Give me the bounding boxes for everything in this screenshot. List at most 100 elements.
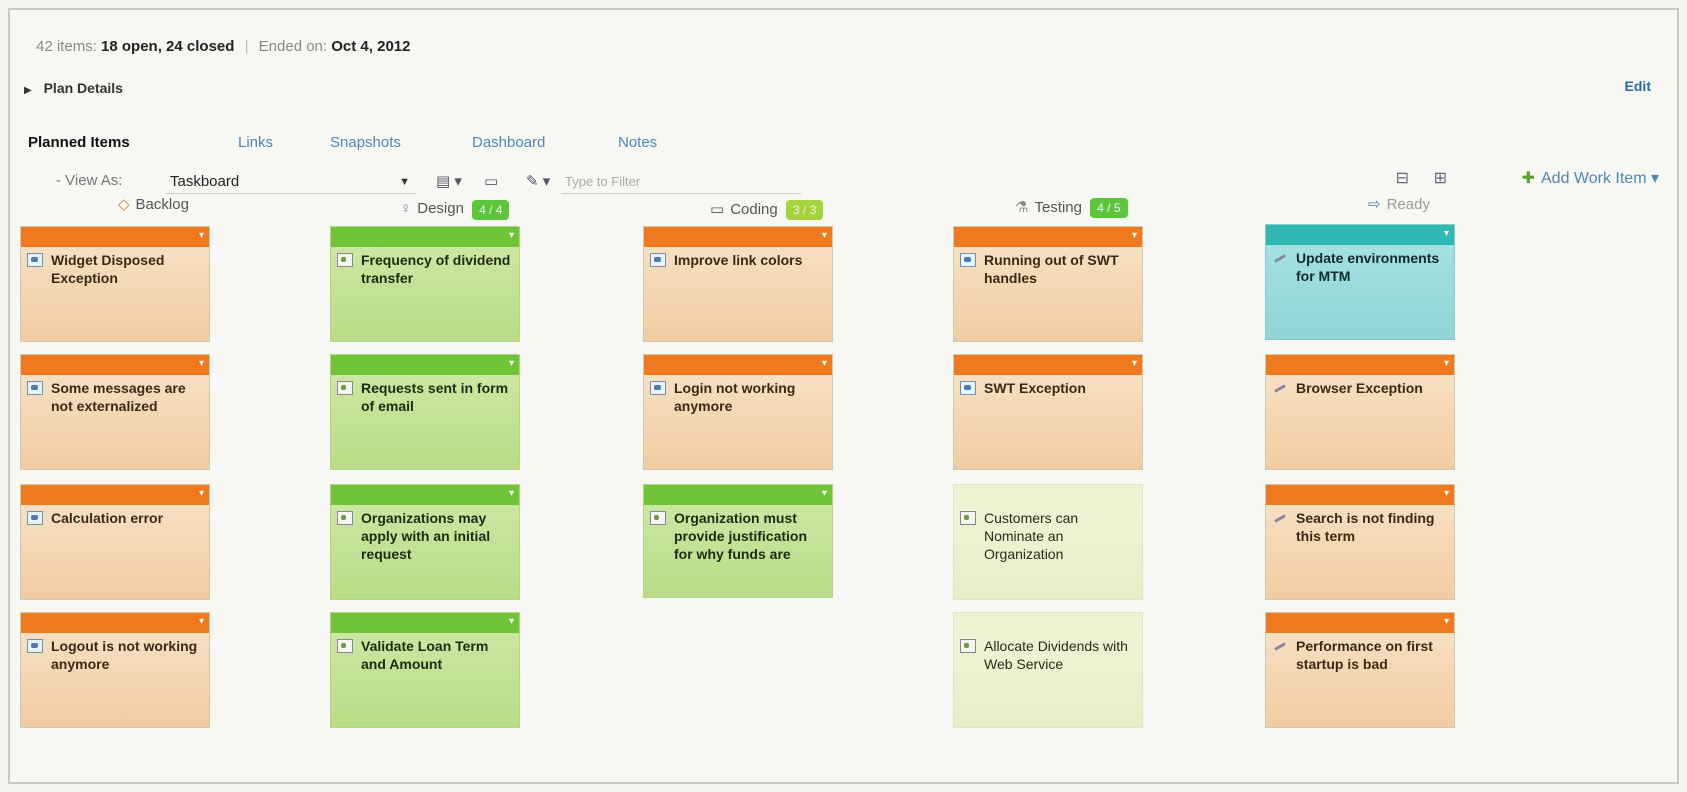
open-closed-counts: 18 open, 24 closed xyxy=(101,38,235,55)
tab-snapshots[interactable]: Snapshots xyxy=(330,134,401,151)
columns-icon[interactable]: ▭ xyxy=(484,172,498,190)
task-icon xyxy=(337,639,353,653)
summary-divider: | xyxy=(244,38,249,55)
card-title: Requests sent in form of email xyxy=(361,380,509,414)
card-header-bar: ▾ xyxy=(331,227,519,247)
card-menu-icon[interactable]: ▾ xyxy=(199,488,204,499)
task-icon xyxy=(337,253,353,267)
card-title: Validate Loan Term and Amount xyxy=(361,638,489,672)
work-item-card[interactable]: Customers can Nominate an Organization xyxy=(953,484,1143,600)
card-header-bar: ▾ xyxy=(21,227,209,247)
card-header-bar: ▾ xyxy=(331,355,519,375)
column-header-design: ♀ Design 4 / 4 xyxy=(400,200,510,220)
card-menu-icon[interactable]: ▾ xyxy=(1444,358,1449,369)
ready-icon: ⇨ xyxy=(1368,196,1381,213)
card-menu-icon[interactable]: ▾ xyxy=(199,230,204,241)
task-icon xyxy=(960,511,976,525)
work-item-card[interactable]: ▾ Update environments for MTM xyxy=(1265,224,1455,340)
work-item-card[interactable]: ▾ Frequency of dividend transfer xyxy=(330,226,520,342)
view-as-select[interactable]: Taskboard ▼ xyxy=(166,170,416,194)
design-icon: ♀ xyxy=(400,200,412,217)
card-title: Logout is not working anymore xyxy=(51,638,198,672)
card-header-bar: ▾ xyxy=(331,485,519,505)
defect-icon xyxy=(27,511,43,525)
pencil-icon xyxy=(1272,511,1288,525)
plan-details-toggle[interactable]: ▶ Plan Details xyxy=(24,80,123,96)
tab-links[interactable]: Links xyxy=(238,134,273,151)
work-item-card[interactable]: ▾ Some messages are not externalized xyxy=(20,354,210,470)
card-header-bar: ▾ xyxy=(644,485,832,505)
work-item-card[interactable]: ▾ Improve link colors xyxy=(643,226,833,342)
card-menu-icon[interactable]: ▾ xyxy=(1132,230,1137,241)
card-header-bar: ▾ xyxy=(954,227,1142,247)
filter-icon[interactable]: ✎ ▾ xyxy=(526,172,550,190)
collapse-all-icon[interactable]: ⊟ xyxy=(1396,168,1409,188)
work-item-card[interactable]: ▾ Logout is not working anymore xyxy=(20,612,210,728)
ended-on-date: Oct 4, 2012 xyxy=(331,38,411,55)
add-work-item-button[interactable]: ✚ Add Work Item ▾ xyxy=(1522,168,1659,188)
defect-icon xyxy=(960,253,976,267)
work-item-card[interactable]: ▾ Performance on first startup is bad xyxy=(1265,612,1455,728)
card-menu-icon[interactable]: ▾ xyxy=(1444,616,1449,627)
card-title: Organizations may apply with an initial … xyxy=(361,510,491,562)
tab-planned-items[interactable]: Planned Items xyxy=(28,134,130,151)
coding-icon: ▭ xyxy=(710,201,725,218)
card-menu-icon[interactable]: ▾ xyxy=(509,358,514,369)
pencil-icon xyxy=(1272,639,1288,653)
work-item-card[interactable]: ▾ Widget Disposed Exception xyxy=(20,226,210,342)
card-menu-icon[interactable]: ▾ xyxy=(1132,358,1137,369)
coding-wip-badge: 3 / 3 xyxy=(785,200,824,220)
tab-notes[interactable]: Notes xyxy=(618,134,657,151)
defect-icon xyxy=(27,639,43,653)
card-header-bar: ▾ xyxy=(1266,485,1454,505)
tab-dashboard[interactable]: Dashboard xyxy=(472,134,545,151)
work-item-card[interactable]: ▾ Running out of SWT handles xyxy=(953,226,1143,342)
ended-on-label: Ended on: xyxy=(258,38,328,55)
work-item-card[interactable]: ▾ SWT Exception xyxy=(953,354,1143,470)
chevron-down-icon: ▼ xyxy=(399,176,410,188)
card-menu-icon[interactable]: ▾ xyxy=(199,616,204,627)
work-item-card[interactable]: ▾ Organization must provide justificatio… xyxy=(643,484,833,598)
work-item-card[interactable]: ▾ Requests sent in form of email xyxy=(330,354,520,470)
card-menu-icon[interactable]: ▾ xyxy=(199,358,204,369)
card-menu-icon[interactable]: ▾ xyxy=(822,488,827,499)
card-menu-icon[interactable]: ▾ xyxy=(509,230,514,241)
backlog-icon: ◇ xyxy=(118,196,130,213)
card-title: Allocate Dividends with Web Service xyxy=(984,638,1128,672)
defect-icon xyxy=(960,381,976,395)
card-menu-icon[interactable]: ▾ xyxy=(822,230,827,241)
plus-icon: ✚ xyxy=(1521,170,1535,187)
work-item-card[interactable]: ▾ Login not working anymore xyxy=(643,354,833,470)
plan-summary: 42 items: 18 open, 24 closed | Ended on:… xyxy=(36,38,410,55)
card-title: Browser Exception xyxy=(1296,380,1423,396)
view-as-value: Taskboard xyxy=(170,173,240,190)
card-header-bar: ▾ xyxy=(21,355,209,375)
filter-input[interactable]: Type to Filter xyxy=(561,170,801,194)
card-header-bar: ▾ xyxy=(954,355,1142,375)
edit-link[interactable]: Edit xyxy=(1625,78,1651,94)
card-title: Search is not finding this term xyxy=(1296,510,1435,544)
work-item-card[interactable]: Allocate Dividends with Web Service xyxy=(953,612,1143,728)
task-icon xyxy=(650,511,666,525)
design-wip-badge: 4 / 4 xyxy=(472,200,510,220)
card-title: Update environments for MTM xyxy=(1296,250,1440,284)
column-header-ready: ⇨ Ready xyxy=(1368,196,1430,213)
card-title: Running out of SWT handles xyxy=(984,252,1119,286)
expand-all-icon[interactable]: ⊞ xyxy=(1434,168,1447,188)
card-menu-icon[interactable]: ▾ xyxy=(1444,488,1449,499)
card-menu-icon[interactable]: ▾ xyxy=(822,358,827,369)
card-title: Improve link colors xyxy=(674,252,803,268)
view-toolbar: - View As: Taskboard ▼ ▤ ▾ ▭ ✎ ▾ Type to… xyxy=(56,170,801,196)
work-item-card[interactable]: ▾ Calculation error xyxy=(20,484,210,600)
card-menu-icon[interactable]: ▾ xyxy=(509,488,514,499)
work-item-card[interactable]: ▾ Search is not finding this term xyxy=(1265,484,1455,600)
work-item-card[interactable]: ▾ Validate Loan Term and Amount xyxy=(330,612,520,728)
card-header-bar xyxy=(954,613,1142,633)
work-item-card[interactable]: ▾ Organizations may apply with an initia… xyxy=(330,484,520,600)
card-menu-icon[interactable]: ▾ xyxy=(509,616,514,627)
card-menu-icon[interactable]: ▾ xyxy=(1444,228,1449,239)
configure-view-icon[interactable]: ▤ ▾ xyxy=(436,172,462,190)
work-item-card[interactable]: ▾ Browser Exception xyxy=(1265,354,1455,470)
defect-icon xyxy=(27,381,43,395)
column-header-coding: ▭ Coding 3 / 3 xyxy=(710,200,824,220)
